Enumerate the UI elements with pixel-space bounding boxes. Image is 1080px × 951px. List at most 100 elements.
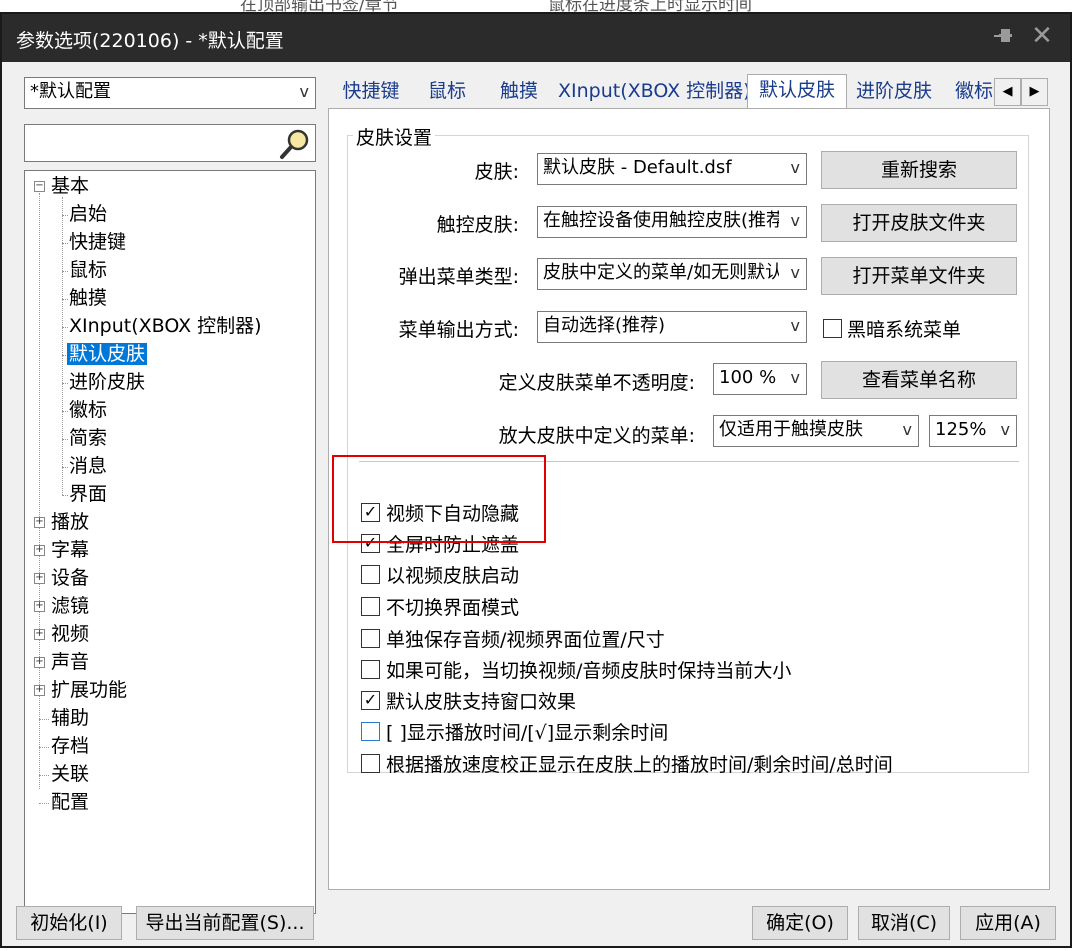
- tree-item[interactable]: 界面: [67, 481, 109, 507]
- tree-item[interactable]: 关联: [49, 761, 91, 787]
- highlight-box: [332, 455, 546, 543]
- tree-item[interactable]: 启始: [67, 201, 109, 227]
- tree-item[interactable]: 声音: [49, 649, 91, 675]
- tree-item-label-selected: 默认皮肤: [67, 343, 148, 365]
- tab-scroll-buttons: ◀ ▶: [994, 78, 1050, 106]
- tree-item-label: 消息: [69, 455, 108, 477]
- tree-item[interactable]: 设备: [49, 565, 91, 591]
- tree-item[interactable]: XInput(XBOX 控制器): [67, 313, 264, 339]
- tab-xinput[interactable]: XInput(XBOX 控制器): [558, 76, 751, 110]
- tree-connector: [39, 775, 49, 776]
- tree-item-label: 进阶皮肤: [69, 371, 146, 393]
- window-title: 参数选项(220106) - *默认配置: [16, 30, 284, 52]
- tree-item-label: 触摸: [69, 287, 108, 309]
- tree-connector: [39, 719, 49, 720]
- tree-item[interactable]: 触摸: [67, 285, 109, 311]
- tab-shortcuts[interactable]: 快捷键: [336, 76, 406, 110]
- search-input[interactable]: [24, 124, 316, 162]
- tab-touch[interactable]: 触摸: [488, 76, 550, 110]
- option-checkbox-label: 默认皮肤支持窗口效果: [386, 691, 577, 713]
- tree-item-label: 配置: [51, 791, 90, 813]
- profile-select-value: *默认配置: [30, 81, 111, 102]
- chevron-down-icon: v: [299, 82, 309, 101]
- option-checkbox-label: [ ]显示播放时间/[√]显示剩余时间: [386, 722, 669, 744]
- option-checkbox[interactable]: [361, 597, 380, 616]
- expand-icon[interactable]: +: [34, 657, 45, 668]
- expand-icon[interactable]: +: [34, 573, 45, 584]
- option-checkbox-label: 以视频皮肤启动: [386, 565, 520, 587]
- title-bar[interactable]: 参数选项(220106) - *默认配置 ✕: [2, 14, 1070, 62]
- tab-scroll-right-button[interactable]: ▶: [1021, 78, 1048, 106]
- tree-item[interactable]: 快捷键: [67, 229, 128, 255]
- tree-item[interactable]: 消息: [67, 453, 109, 479]
- ok-button[interactable]: 确定(O): [752, 906, 848, 940]
- tree-item-label: 基本: [51, 175, 90, 197]
- tree-connector: [39, 803, 49, 804]
- expand-icon[interactable]: +: [34, 629, 45, 640]
- tree-item-label: 启始: [69, 203, 108, 225]
- tab-logo[interactable]: 徽标: [952, 76, 996, 110]
- tree-item-label: 滤镜: [51, 595, 90, 617]
- tree-item-label: 快捷键: [69, 231, 127, 253]
- option-checkbox-label: 不切换界面模式: [386, 597, 520, 619]
- tree-connector: [39, 747, 49, 748]
- tab-advanced-skin[interactable]: 进阶皮肤: [848, 76, 940, 110]
- option-checkbox[interactable]: [361, 754, 380, 773]
- tree-item-label: 存档: [51, 735, 90, 757]
- tree-item[interactable]: 默认皮肤: [67, 341, 148, 367]
- apply-button[interactable]: 应用(A): [960, 906, 1056, 940]
- tree-item-label: 视频: [51, 623, 90, 645]
- tree-item-label: 设备: [51, 567, 90, 589]
- option-checkbox[interactable]: ✓: [361, 691, 380, 710]
- tree-item[interactable]: 辅助: [49, 705, 91, 731]
- expand-icon[interactable]: +: [34, 545, 45, 556]
- tree-item[interactable]: 鼠标: [67, 257, 109, 283]
- expand-icon[interactable]: +: [34, 601, 45, 612]
- tree-item-label: 徽标: [69, 399, 108, 421]
- pin-icon-shape: [994, 29, 1012, 42]
- tree-item[interactable]: 配置: [49, 789, 91, 815]
- option-checkbox[interactable]: [361, 660, 380, 679]
- expand-icon[interactable]: +: [34, 517, 45, 528]
- pin-icon[interactable]: [992, 24, 1018, 50]
- tree-item-label: 简索: [69, 427, 108, 449]
- profile-select[interactable]: *默认配置 v: [24, 77, 316, 109]
- tab-default-skin[interactable]: 默认皮肤: [747, 74, 847, 111]
- tree-item[interactable]: 扩展功能: [49, 677, 129, 703]
- tree-item[interactable]: 简索: [67, 425, 109, 451]
- tree-root-guide-line: [39, 193, 40, 789]
- search-icon[interactable]: [279, 128, 311, 160]
- tree-item-label: 声音: [51, 651, 90, 673]
- background-app-strip: 在顶部输出书签/章节 鼠标在进度条上时显示时间: [0, 0, 1080, 12]
- option-checkbox[interactable]: [361, 722, 380, 741]
- background-text-right: 鼠标在进度条上时显示时间: [548, 0, 752, 12]
- tree-item[interactable]: 播放: [49, 509, 91, 535]
- tree-item[interactable]: 徽标: [67, 397, 109, 423]
- tree-item-label: 鼠标: [69, 259, 108, 281]
- tree-item[interactable]: 滤镜: [49, 593, 91, 619]
- tab-mouse[interactable]: 鼠标: [416, 76, 478, 110]
- export-config-button[interactable]: 导出当前配置(S)...: [136, 906, 314, 940]
- tab-scroll-left-button[interactable]: ◀: [994, 78, 1021, 106]
- option-checkbox[interactable]: [361, 629, 380, 648]
- tree-item[interactable]: 字幕: [49, 537, 91, 563]
- settings-tree[interactable]: − 基本启始快捷键鼠标触摸 XInput(XBOX 控制器) 默认皮肤进阶皮肤徽标简索…: [24, 170, 316, 914]
- cancel-button[interactable]: 取消(C): [858, 906, 950, 940]
- tree-item[interactable]: 存档: [49, 733, 91, 759]
- tree-item[interactable]: 基本: [49, 173, 91, 199]
- tree-item-label: XInput(XBOX 控制器): [69, 315, 262, 337]
- background-text-left: 在顶部输出书签/章节: [240, 0, 399, 12]
- tree-guide-line: [62, 197, 63, 495]
- tree-item-label: 字幕: [51, 539, 90, 561]
- init-button[interactable]: 初始化(I): [16, 906, 122, 940]
- close-icon[interactable]: ✕: [1028, 22, 1056, 50]
- tree-item[interactable]: 进阶皮肤: [67, 369, 147, 395]
- tree-item[interactable]: 视频: [49, 621, 91, 647]
- option-checkbox-label: 如果可能，当切换视频/音频皮肤时保持当前大小: [386, 660, 792, 682]
- tree-item-label: 界面: [69, 483, 108, 505]
- tree-item-label: 播放: [51, 511, 90, 533]
- expand-icon[interactable]: +: [34, 685, 45, 696]
- option-checkbox-label: 单独保存音频/视频界面位置/尺寸: [386, 629, 665, 651]
- collapse-icon[interactable]: −: [34, 181, 45, 192]
- option-checkbox[interactable]: [361, 565, 380, 584]
